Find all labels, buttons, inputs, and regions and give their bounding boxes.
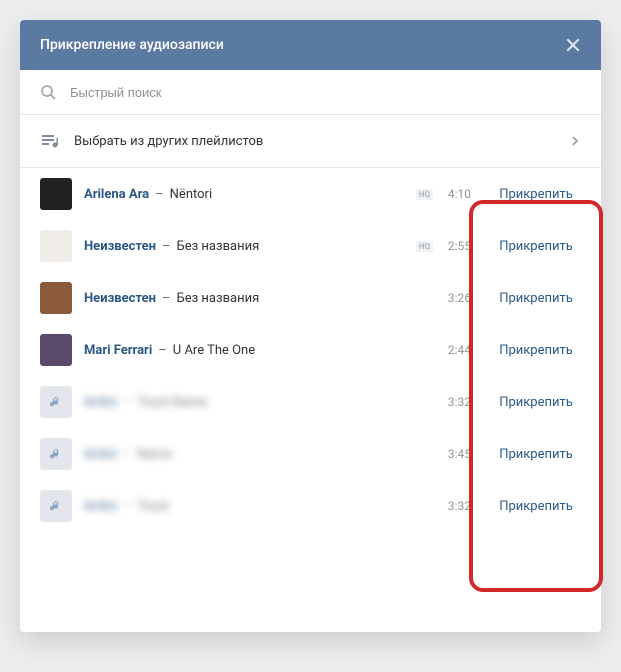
chevron-right-icon	[569, 132, 581, 151]
track-info: Artist–Track	[84, 499, 441, 514]
track-duration: 2:44	[441, 343, 471, 357]
track-thumbnail	[40, 438, 72, 470]
attach-button[interactable]: Прикрепить	[491, 187, 581, 202]
track-info: Artist–Name	[84, 447, 441, 462]
track-row[interactable]: Mari Ferrari–U Are The One2:44Прикрепить	[20, 324, 601, 376]
track-row[interactable]: Неизвестен–Без названияHQ2:55Прикрепить	[20, 220, 601, 272]
track-title: Track	[137, 499, 169, 514]
track-duration: 4:10	[441, 187, 471, 201]
track-info: Неизвестен–Без названия	[84, 239, 416, 254]
search-bar	[20, 70, 601, 115]
track-info: Arilena Ara–Nëntori	[84, 187, 416, 202]
track-row[interactable]: Artist–Name3:45Прикрепить	[20, 428, 601, 480]
track-thumbnail	[40, 282, 72, 314]
playlist-selector[interactable]: Выбрать из других плейлистов	[20, 115, 601, 168]
track-title: Nëntori	[170, 187, 212, 202]
playlist-icon	[40, 131, 60, 151]
track-separator: –	[162, 239, 171, 254]
track-title: U Are The One	[173, 343, 255, 358]
track-duration: 3:32	[441, 499, 471, 513]
playlist-selector-label: Выбрать из других плейлистов	[74, 134, 569, 149]
search-icon	[40, 84, 56, 100]
track-title: Без названия	[177, 291, 260, 306]
hq-badge: HQ	[416, 241, 433, 252]
track-artist[interactable]: Неизвестен	[84, 239, 156, 254]
attach-button[interactable]: Прикрепить	[491, 239, 581, 254]
track-separator: –	[162, 291, 171, 306]
search-input[interactable]	[70, 85, 581, 100]
attach-button[interactable]: Прикрепить	[491, 291, 581, 306]
track-artist[interactable]: Artist	[84, 499, 117, 514]
track-info: Неизвестен–Без названия	[84, 291, 441, 306]
close-icon[interactable]	[565, 37, 581, 53]
tracks-list[interactable]: Arilena Ara–NëntoriHQ4:10ПрикрепитьНеизв…	[20, 168, 601, 632]
attach-button[interactable]: Прикрепить	[491, 343, 581, 358]
track-duration: 3:26	[441, 291, 471, 305]
track-row[interactable]: Artist–Track3:32Прикрепить	[20, 480, 601, 532]
track-separator: –	[123, 447, 132, 462]
track-thumbnail	[40, 490, 72, 522]
track-thumbnail	[40, 334, 72, 366]
track-separator: –	[158, 343, 167, 358]
track-title: Name	[137, 447, 172, 462]
track-title: Без названия	[177, 239, 260, 254]
track-artist[interactable]: Artist	[84, 447, 117, 462]
track-duration: 3:32	[441, 395, 471, 409]
hq-badge: HQ	[416, 189, 433, 200]
track-row[interactable]: Arilena Ara–NëntoriHQ4:10Прикрепить	[20, 168, 601, 220]
attach-button[interactable]: Прикрепить	[491, 499, 581, 514]
modal-header: Прикрепление аудиозаписи	[20, 20, 601, 70]
track-separator: –	[123, 395, 132, 410]
track-title: Track Name	[137, 395, 207, 410]
track-row[interactable]: Artist–Track Name3:32Прикрепить	[20, 376, 601, 428]
track-row[interactable]: Неизвестен–Без названия3:26Прикрепить	[20, 272, 601, 324]
track-artist[interactable]: Artist	[84, 395, 117, 410]
track-artist[interactable]: Неизвестен	[84, 291, 156, 306]
track-info: Mari Ferrari–U Are The One	[84, 343, 441, 358]
track-info: Artist–Track Name	[84, 395, 441, 410]
track-separator: –	[155, 187, 164, 202]
track-thumbnail	[40, 386, 72, 418]
track-artist[interactable]: Mari Ferrari	[84, 343, 152, 358]
track-thumbnail	[40, 230, 72, 262]
modal-title: Прикрепление аудиозаписи	[40, 37, 224, 53]
attach-button[interactable]: Прикрепить	[491, 395, 581, 410]
track-duration: 2:55	[441, 239, 471, 253]
attach-button[interactable]: Прикрепить	[491, 447, 581, 462]
track-duration: 3:45	[441, 447, 471, 461]
track-artist[interactable]: Arilena Ara	[84, 187, 149, 202]
track-separator: –	[123, 499, 132, 514]
track-thumbnail	[40, 178, 72, 210]
attach-audio-modal: Прикрепление аудиозаписи Выбрать из друг…	[20, 20, 601, 632]
